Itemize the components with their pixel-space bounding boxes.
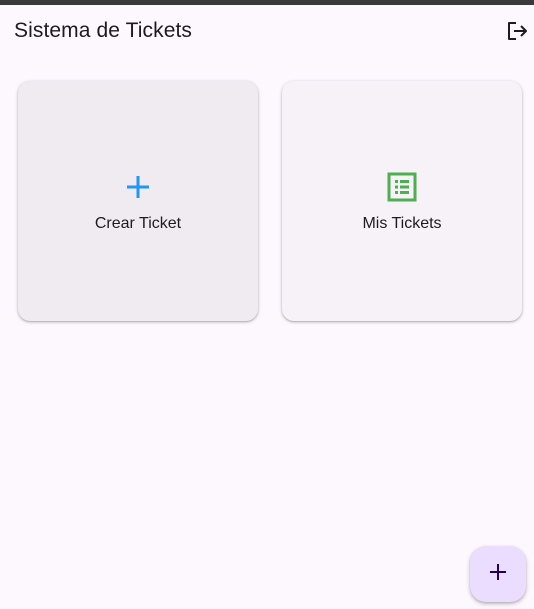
app-title: Sistema de Tickets — [14, 19, 193, 42]
create-ticket-card[interactable]: Crear Ticket — [18, 81, 258, 321]
add-icon — [489, 563, 507, 586]
app-bar: Sistema de Tickets — [0, 5, 534, 61]
list-alt-icon — [384, 171, 420, 203]
create-ticket-label: Crear Ticket — [94, 215, 182, 232]
add-fab-button[interactable] — [470, 546, 526, 602]
logout-icon — [506, 21, 528, 46]
my-tickets-card[interactable]: Mis Tickets — [282, 81, 522, 321]
logout-button[interactable] — [506, 21, 534, 45]
add-icon — [120, 171, 156, 203]
my-tickets-label: Mis Tickets — [362, 215, 442, 232]
